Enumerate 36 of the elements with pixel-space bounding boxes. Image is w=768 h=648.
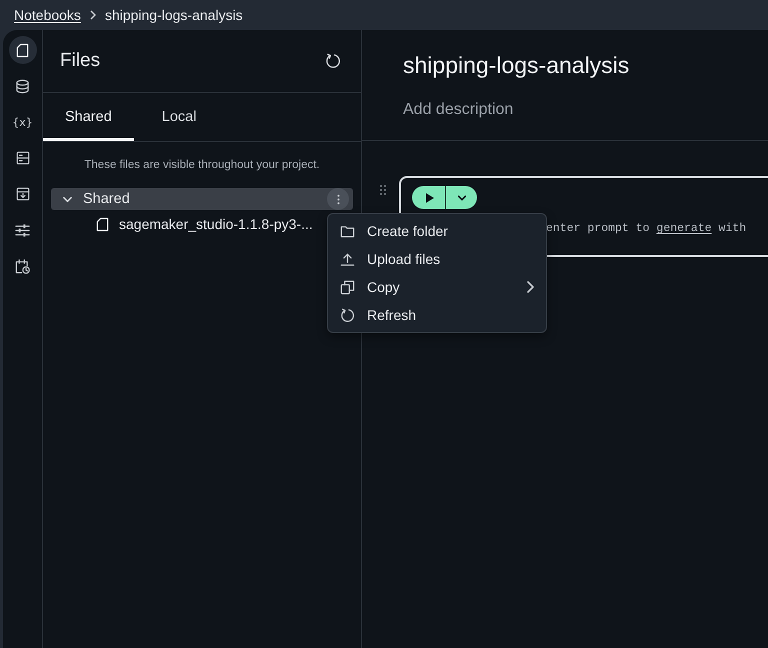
tab[interactable]: Shared [43,93,134,141]
breadcrumb-link[interactable]: Notebooks [14,7,81,23]
menu-item[interactable]: Refresh [328,301,546,329]
info-text: These files are visible throughout your project. [83,158,321,172]
folder-label: Shared [83,191,130,207]
refresh-icon[interactable] [340,308,355,322]
chevron-right-icon[interactable] [527,281,534,293]
more-vertical-icon[interactable] [336,194,340,204]
description-field[interactable]: Add description [403,98,663,122]
run-button[interactable] [412,186,445,209]
panel-title: Files [60,50,100,72]
tree-item[interactable]: Shared [51,188,353,210]
generate-link[interactable]: generate [656,222,712,235]
play-icon[interactable] [426,192,434,202]
more-button[interactable] [327,188,349,210]
database-icon[interactable] [15,78,30,94]
upload-icon[interactable] [340,252,355,266]
drag-handle-icon[interactable] [380,185,386,195]
breadcrumb-separator-icon [90,10,96,20]
sidebar-button[interactable]: {x} [8,108,36,136]
tab[interactable]: Local [140,93,218,141]
download-box-icon[interactable] [16,187,30,201]
notebook-title: shipping-logs-analysis [403,51,630,80]
folder-icon[interactable] [340,224,355,238]
chevron-down-icon[interactable] [456,192,466,202]
sidebar-button[interactable] [8,36,36,64]
run-options-button[interactable] [445,186,477,209]
calendar-clock-icon[interactable] [15,258,30,274]
breadcrumb-current: shipping-logs-analysis [104,7,243,23]
prompt-text: enter prompt to generate with [546,221,748,237]
file-icon[interactable] [16,42,29,58]
menu-item[interactable]: Copy [328,273,546,301]
sliders-icon[interactable] [15,222,30,238]
file-icon [96,216,109,232]
copy-icon[interactable] [340,280,355,294]
server-icon[interactable] [16,151,30,165]
